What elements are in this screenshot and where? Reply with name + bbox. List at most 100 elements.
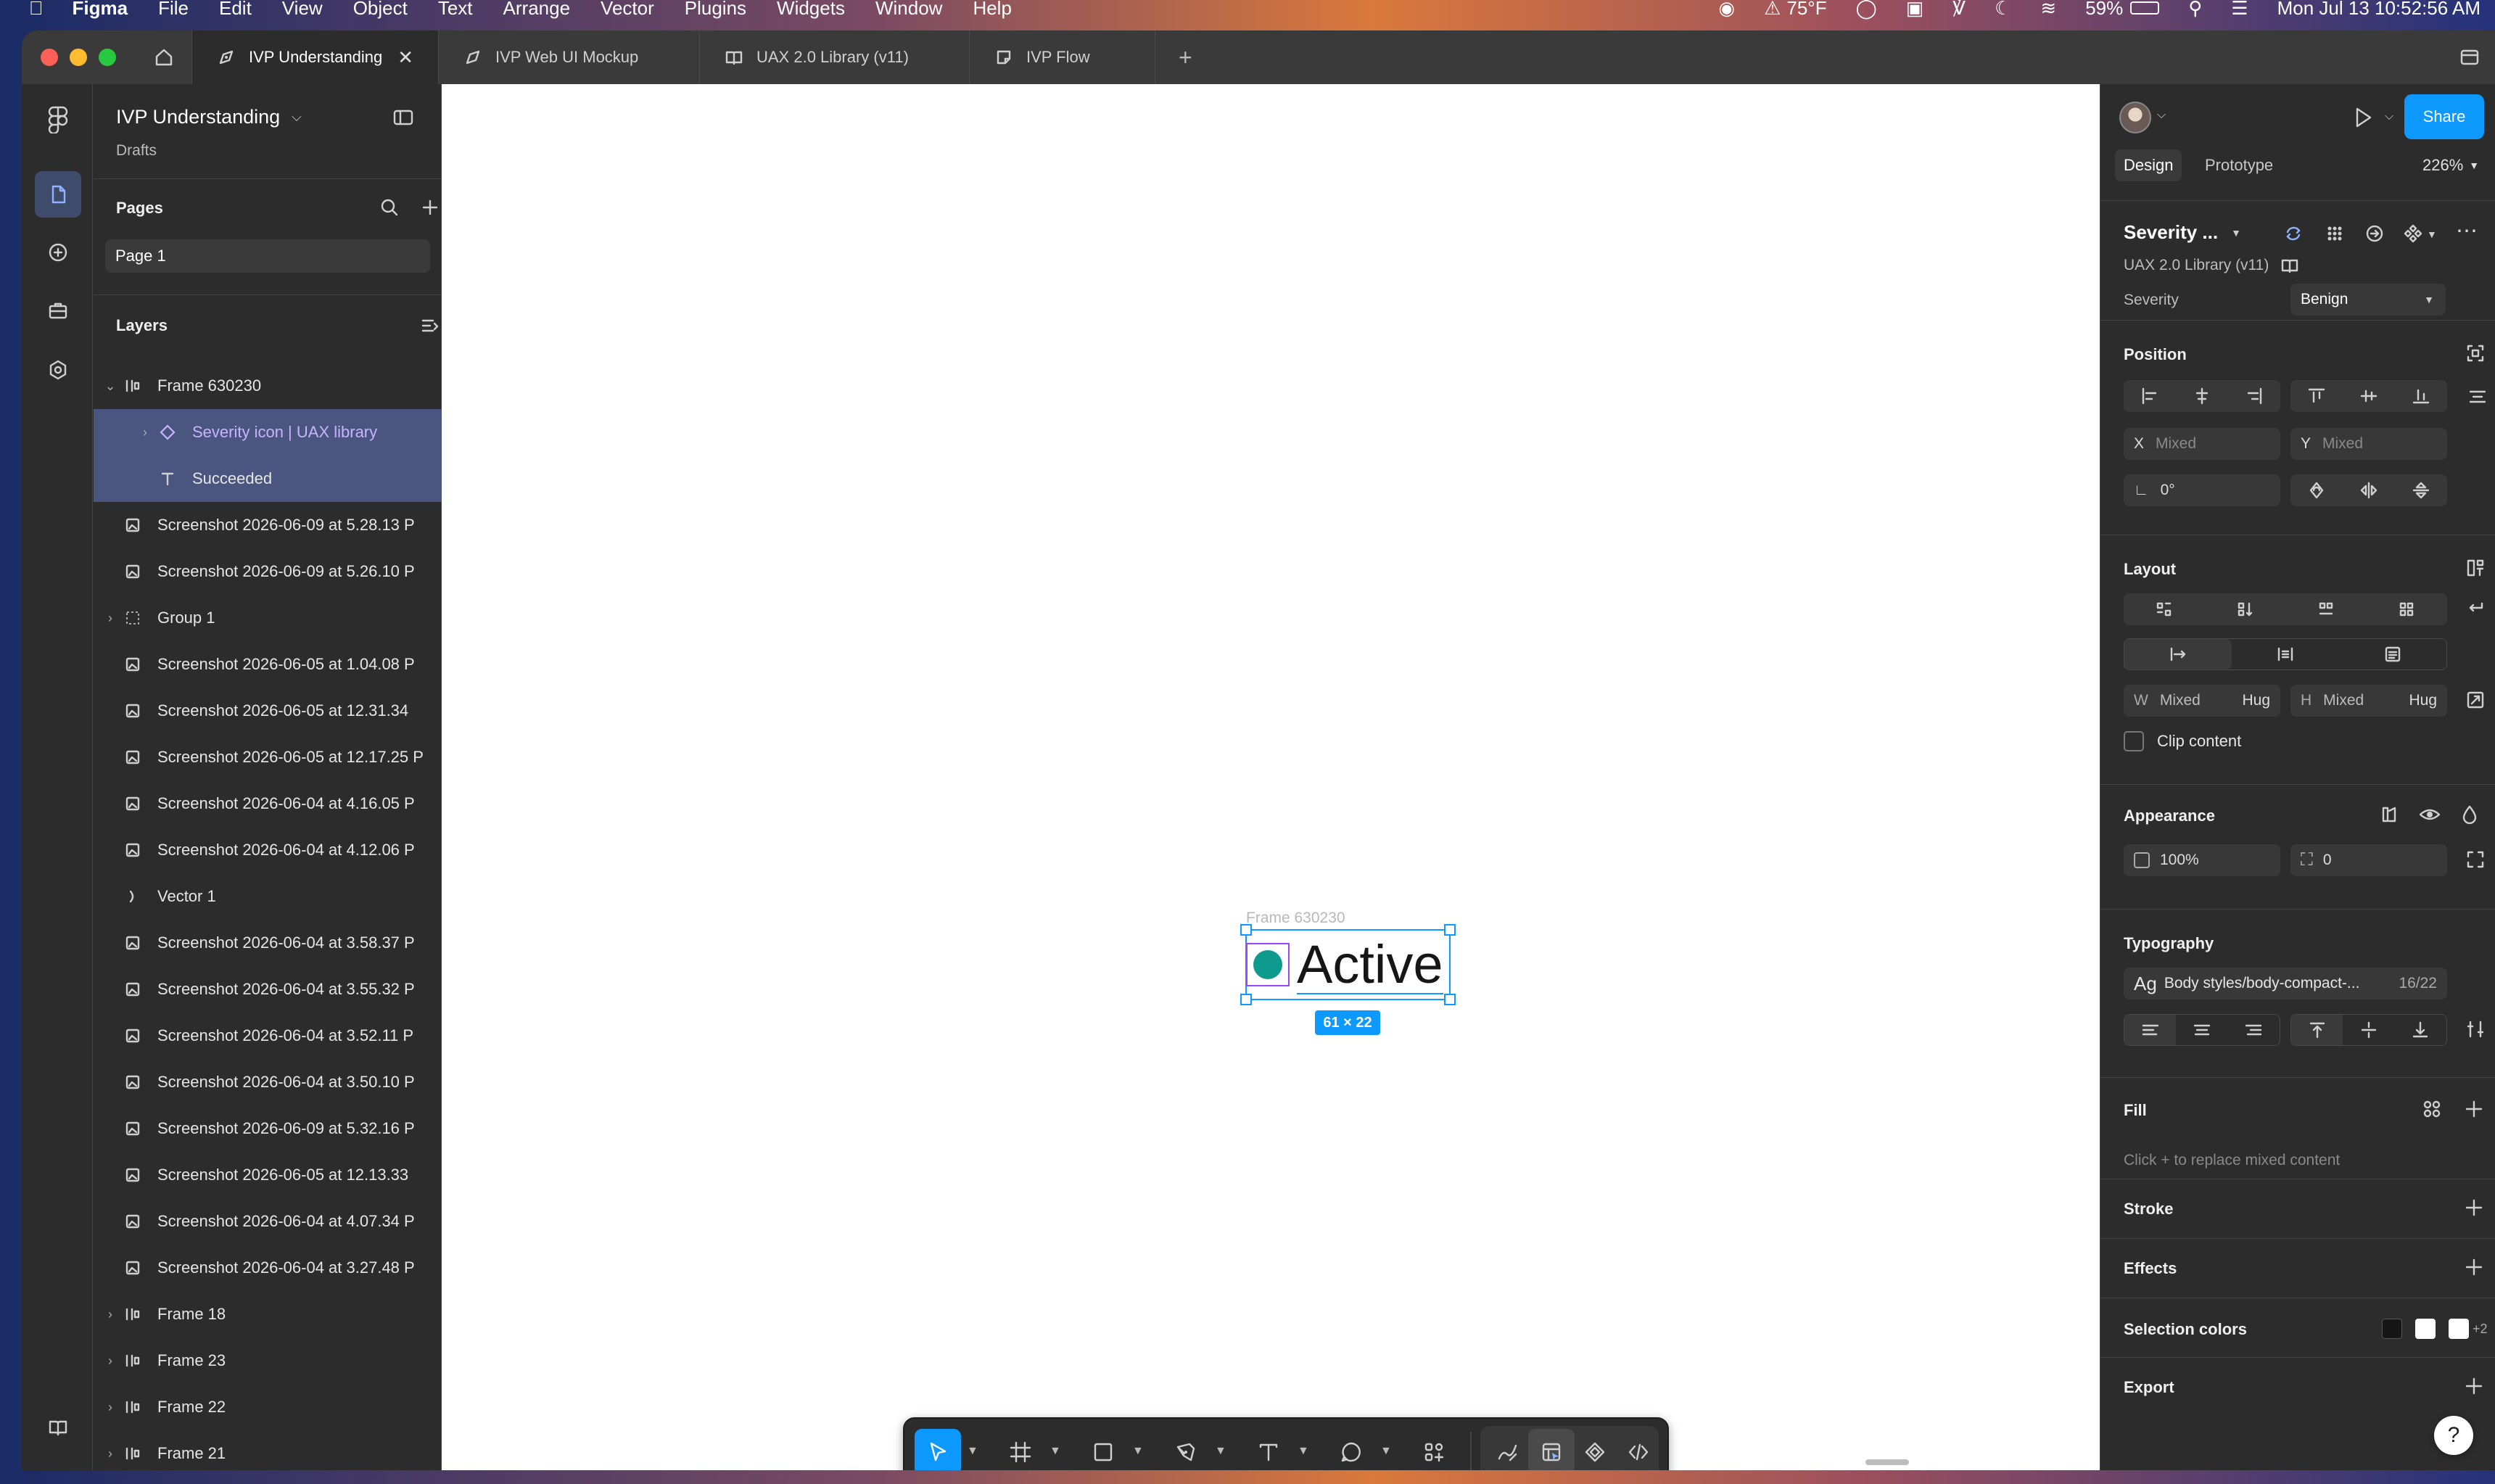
text-align-center-button[interactable] [2176,1015,2227,1045]
auto-layout-icon[interactable] [2465,557,2486,579]
chevron-right-icon[interactable]: › [102,1353,118,1369]
tab-uax-library[interactable]: UAX 2.0 Library (v11) [700,30,970,84]
selection-colors-extra[interactable]: +2 [2473,1322,2488,1337]
instance-chevron-icon[interactable]: ▼ [2427,228,2437,240]
text-tool-chevron-icon[interactable]: ▼ [1298,1445,1309,1458]
text-tool-button[interactable] [1245,1429,1292,1470]
chevron-right-icon[interactable]: › [102,1400,118,1415]
frame-tool-button[interactable] [997,1429,1044,1470]
layer-row[interactable]: Vector 1 [94,873,442,920]
menu-arrange[interactable]: Arrange [503,0,571,20]
layer-row[interactable]: Screenshot 2026-06-04 at 4.07.34 P [94,1198,442,1245]
align-middle-button[interactable] [2343,380,2395,412]
clip-content-checkbox[interactable] [2124,731,2144,751]
y-position-field[interactable]: Y Mixed [2290,428,2447,460]
pen-tool-chevron-icon[interactable]: ▼ [1215,1445,1226,1458]
status-text-layer[interactable]: Active [1297,935,1443,994]
text-align-left-button[interactable] [2124,1015,2177,1045]
swap-instance-icon[interactable] [2282,223,2304,244]
tab-ivp-web-ui-mockup[interactable]: IVP Web UI Mockup [439,30,700,84]
design-mode-button[interactable] [1528,1429,1575,1470]
panel-toggle-icon[interactable] [392,106,415,129]
menu-edit[interactable]: Edit [219,0,252,20]
chevron-right-icon[interactable]: › [102,611,118,626]
layer-row[interactable]: Screenshot 2026-06-04 at 4.16.05 P [94,780,442,827]
chevron-right-icon[interactable]: › [102,1446,118,1462]
rail-assets-button[interactable] [35,229,81,276]
menu-view[interactable]: View [282,0,323,20]
menu-object[interactable]: Object [353,0,408,20]
blend-drop-icon[interactable] [2459,804,2480,825]
tab-design[interactable]: Design [2115,149,2182,181]
status-app-icon[interactable]: ◉ [1718,0,1735,20]
layer-row[interactable]: Screenshot 2026-06-05 at 12.17.25 P [94,734,442,780]
reset-instance-icon[interactable] [2364,223,2385,244]
comment-tool-chevron-icon[interactable]: ▼ [1380,1445,1392,1458]
frame-tool-chevron-icon[interactable]: ▼ [1049,1445,1061,1458]
resize-to-fit-icon[interactable] [2465,689,2486,711]
menu-plugins[interactable]: Plugins [685,0,746,20]
add-fill-icon[interactable] [2463,1098,2485,1120]
minimize-window-button[interactable] [70,49,87,66]
close-window-button[interactable] [41,49,58,66]
layer-row[interactable]: Screenshot 2026-06-09 at 5.28.13 P [94,502,442,548]
weather-temp[interactable]: 75°F [1786,0,1826,20]
design-canvas[interactable]: Frame 630230 Active 61 × 22 [442,84,2100,1470]
layer-row[interactable]: › Frame 23 [94,1337,442,1384]
wrap-icon[interactable] [2465,598,2486,619]
flip-horizontal-button[interactable] [2343,474,2395,506]
align-bottom-button[interactable] [2395,380,2447,412]
distribute-icon[interactable] [2467,386,2488,408]
status-app3-icon[interactable]: ▣ [1906,0,1924,20]
fill-width-button[interactable] [2339,639,2446,669]
file-name[interactable]: IVP Understanding ⌵ [116,106,302,128]
h-mode[interactable]: Hug [2409,692,2437,709]
align-center-h-button[interactable] [2176,380,2228,412]
layer-row[interactable]: › Severity icon | UAX library [94,409,442,455]
severity-icon-instance[interactable] [1246,943,1290,986]
fixed-width-button[interactable] [2124,639,2232,669]
flip-vertical-button[interactable] [2395,474,2447,506]
color-swatch-white[interactable] [2415,1319,2436,1339]
resize-handle-tr[interactable] [1444,924,1456,936]
search-pages-icon[interactable] [379,197,400,218]
control-center-icon[interactable]: ☰ [2231,0,2248,20]
text-style-field[interactable]: Ag Body styles/body-compact-... 16/22 [2124,968,2447,999]
tab-ivp-understanding[interactable]: IVP Understanding ✕ [192,30,439,84]
text-align-right-button[interactable] [2228,1015,2280,1045]
dev-mode-button[interactable] [1615,1429,1662,1470]
horizontal-scrollbar[interactable] [1865,1459,1909,1465]
file-location[interactable]: Drafts [116,142,157,160]
frame-label[interactable]: Frame 630230 [1246,910,1345,927]
grid-icon[interactable] [2324,223,2346,244]
chevron-right-icon[interactable]: › [102,1307,118,1322]
severity-select[interactable]: Benign ▼ [2290,284,2446,316]
shape-tool-chevron-icon[interactable]: ▼ [1132,1445,1144,1458]
color-swatch-more[interactable] [2449,1319,2469,1339]
layer-row[interactable]: › Frame 21 [94,1430,442,1470]
tab-prototype[interactable]: Prototype [2205,149,2273,181]
styles-grid-icon[interactable] [2421,1098,2443,1120]
actions-tool-button[interactable] [1411,1429,1457,1470]
resize-handle-tl[interactable] [1240,924,1252,936]
add-page-icon[interactable] [419,197,441,218]
layout-option-3[interactable] [2285,593,2367,625]
layer-row[interactable]: Screenshot 2026-06-04 at 4.12.06 P [94,827,442,873]
selected-frame[interactable]: Active [1240,924,1456,1005]
collapse-layers-icon[interactable] [419,315,441,337]
battery-percent[interactable]: 59% [2085,0,2123,20]
menu-help[interactable]: Help [973,0,1011,20]
close-tab-icon[interactable]: ✕ [397,46,413,69]
menu-file[interactable]: File [158,0,189,20]
layer-row[interactable]: Screenshot 2026-06-05 at 1.04.08 P [94,641,442,688]
component-mode-button[interactable] [1572,1429,1618,1470]
layer-row[interactable]: Succeeded [94,455,442,502]
move-tool-chevron-icon[interactable]: ▼ [967,1445,978,1458]
text-align-bottom-button[interactable] [2395,1015,2446,1045]
move-tool-button[interactable] [915,1429,961,1470]
layer-row[interactable]: Screenshot 2026-06-05 at 12.13.33 [94,1152,442,1198]
height-field[interactable]: H Mixed Hug [2290,685,2447,717]
rotation-field[interactable]: ∟ 0° [2124,474,2280,506]
chevron-down-icon[interactable]: ⌄ [102,379,118,394]
individual-corners-icon[interactable] [2465,849,2486,870]
